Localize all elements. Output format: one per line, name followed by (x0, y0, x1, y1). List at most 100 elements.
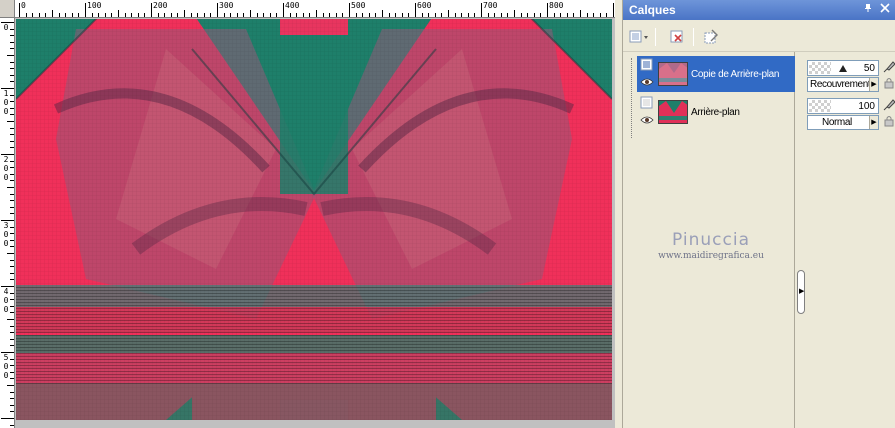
layers-panel-titlebar[interactable]: Calques (623, 0, 895, 20)
ruler-tick (342, 13, 344, 17)
ruler-tick (10, 193, 14, 195)
dropdown-arrow-icon[interactable]: ▶ (869, 116, 878, 129)
ruler-tick (190, 13, 192, 17)
ruler-tick (10, 173, 14, 175)
ruler-label: 800 (549, 1, 564, 10)
image-canvas[interactable] (16, 19, 612, 420)
ruler-tick (388, 13, 390, 17)
ruler-tick (467, 13, 469, 17)
lock-icon[interactable] (882, 77, 895, 91)
ruler-tick (10, 365, 14, 367)
ruler-tick (494, 13, 496, 17)
layer-row-copie-arriere-plan[interactable]: Copie de Arrière-plan (637, 56, 795, 92)
ruler-tick (368, 13, 370, 17)
dropdown-arrow-icon[interactable]: ▶ (869, 78, 878, 91)
ruler-tick (10, 246, 14, 248)
ruler-tick (441, 13, 443, 17)
ruler-tick (10, 35, 14, 37)
delete-layer-icon[interactable] (665, 26, 689, 48)
edit-brush-icon[interactable] (882, 98, 895, 112)
layer-properties-icon[interactable] (699, 26, 723, 48)
blend-mode-select[interactable]: Normal ▶ (807, 115, 879, 130)
layer-thumbnail (658, 62, 688, 86)
lock-icon[interactable] (882, 115, 895, 129)
ruler-label: 0 (3, 164, 9, 173)
ruler-tick (573, 13, 575, 17)
ruler-tick (118, 10, 119, 17)
ruler-tick (223, 13, 225, 17)
ruler-tick (7, 319, 14, 320)
ruler-tick (302, 13, 304, 17)
ruler-label: 0 (3, 107, 9, 116)
layer-group-icon[interactable] (640, 58, 654, 72)
ruler-tick (151, 3, 152, 17)
ruler-label: 0 (3, 98, 9, 107)
ruler-tick (124, 13, 126, 17)
opacity-slider[interactable]: 100 (807, 98, 879, 114)
watermark: Pinuccia www.maidiregrafica.eu (631, 230, 791, 261)
ruler-tick (289, 13, 291, 17)
ruler-tick (10, 358, 14, 360)
ruler-tick (19, 3, 20, 17)
ruler-tick (10, 272, 14, 274)
panel-splitter[interactable]: ▶ (795, 52, 807, 428)
ruler-tick (10, 206, 14, 208)
ruler-tick (322, 13, 324, 17)
ruler-tick (104, 13, 106, 17)
ruler-tick (10, 398, 14, 400)
vertical-ruler[interactable]: 0100200300400500 (0, 18, 15, 428)
ruler-label: 0 (3, 173, 9, 182)
edit-brush-icon[interactable] (882, 60, 895, 74)
ruler-label: 5 (3, 353, 9, 362)
horizontal-ruler[interactable]: 0 100 200 300 400 500 600 700 800 (15, 0, 615, 18)
splitter-handle[interactable]: ▶ (797, 270, 805, 314)
ruler-label: 0 (3, 305, 9, 314)
new-layer-icon[interactable] (627, 26, 651, 48)
ruler-tick (10, 114, 14, 116)
ruler-tick (283, 3, 284, 17)
ruler-tick (593, 13, 595, 17)
ruler-tick (52, 10, 53, 17)
layer-group-icon[interactable] (640, 96, 654, 110)
ruler-tick (25, 13, 27, 17)
slider-marker-icon[interactable] (839, 65, 847, 72)
ruler-tick (7, 253, 14, 254)
ruler-tick (210, 13, 212, 17)
ruler-label: 700 (483, 1, 498, 10)
layer-row-arriere-plan[interactable]: Arrière-plan (637, 94, 795, 130)
ruler-label: 0 (3, 371, 9, 380)
blend-mode-select[interactable]: Recouvrement ▶ (807, 77, 879, 92)
ruler-tick (362, 13, 364, 17)
layers-panel-title: Calques (629, 3, 676, 17)
ruler-tick (98, 13, 100, 17)
layer-name: Arrière-plan (691, 107, 740, 118)
ruler-tick (91, 13, 93, 17)
opacity-slider[interactable]: 50 (807, 60, 879, 76)
layer-properties-copie: 50 Recouvrement ▶ (807, 56, 895, 96)
ruler-tick (580, 10, 581, 17)
ruler-tick (606, 13, 608, 17)
ruler-tick (533, 13, 535, 17)
ruler-tick (10, 127, 14, 129)
ruler-label: 500 (351, 1, 366, 10)
ruler-tick (137, 13, 139, 17)
ruler-tick (10, 279, 14, 281)
visibility-eye-icon[interactable] (640, 77, 654, 87)
ruler-tick (10, 233, 14, 235)
ruler-tick (10, 147, 14, 149)
ruler-tick (7, 385, 14, 386)
ruler-corner (0, 0, 15, 18)
canvas-area[interactable]: 0 100 200 300 400 500 600 700 800 01002003004005… (0, 0, 615, 428)
ruler-label: 600 (417, 1, 432, 10)
ruler-tick (454, 13, 456, 17)
close-icon[interactable] (878, 3, 892, 17)
ruler-tick (10, 167, 14, 169)
ruler-tick (170, 13, 172, 17)
visibility-eye-icon[interactable] (640, 115, 654, 125)
ruler-tick (263, 13, 265, 17)
ruler-tick (500, 13, 502, 17)
pin-icon[interactable] (861, 3, 875, 17)
ruler-tick (514, 10, 515, 17)
ruler-label: 1 (3, 89, 9, 98)
ruler-tick (329, 13, 331, 17)
